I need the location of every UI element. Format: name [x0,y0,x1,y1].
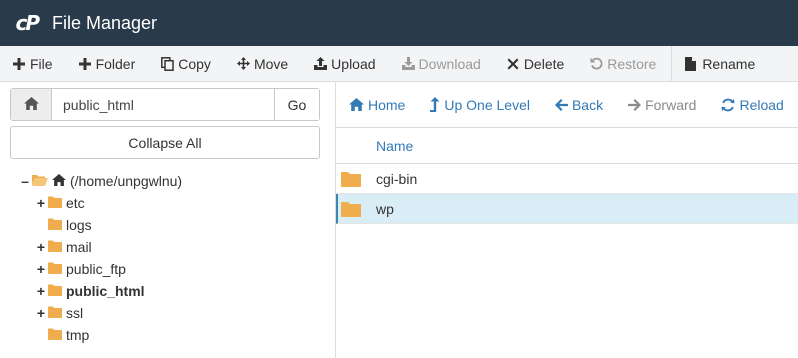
reload-label: Reload [739,96,784,113]
folder-icon [48,239,62,255]
new-folder-button[interactable]: Folder [66,46,149,82]
file-icon [685,56,698,71]
expand-toggle[interactable]: + [36,195,46,211]
folder-icon [48,195,62,211]
upload-label: Upload [331,55,376,72]
up-one-level-button[interactable]: Up One Level [417,82,542,127]
cpanel-logo[interactable]: cP [0,0,40,46]
tree-item[interactable]: tmp [48,324,89,346]
forward-label: Forward [645,96,697,113]
new-folder-label: Folder [95,55,136,72]
expand-toggle[interactable]: + [36,239,46,255]
file-name: cgi-bin [376,170,418,187]
tree-item[interactable]: + public_ftp [36,258,126,280]
undo-icon [590,57,603,70]
back-label: Back [571,96,604,113]
table-row[interactable]: wp [336,194,798,224]
download-icon [401,57,415,70]
path-input[interactable] [52,89,274,120]
new-file-label: File [30,55,53,72]
delete-label: Delete [523,55,565,72]
folder-icon [48,261,62,277]
arrow-right-icon [628,98,642,111]
tree-item[interactable]: + etc [36,192,85,214]
collapse-all-button[interactable]: Collapse All [10,126,320,159]
open-folder-icon [32,173,48,189]
tree-item-label: mail [66,239,92,255]
expand-toggle[interactable]: + [36,261,46,277]
home-icon [349,98,364,111]
reload-button[interactable]: Reload [708,82,795,127]
home-icon [23,96,39,113]
tree-item-label: public_ftp [66,261,126,277]
name-column-header[interactable]: Name [336,127,798,164]
download-label: Download [418,55,481,72]
toolbar: File Folder Copy Move Upload Download De… [0,45,798,82]
refresh-icon [721,98,735,112]
address-home-button[interactable] [11,89,52,120]
file-table: Name cgi-bin wp [336,127,798,224]
plus-icon [13,57,26,70]
move-button[interactable]: Move [224,46,301,82]
tree-item[interactable]: + mail [36,236,92,258]
folder-icon [48,217,62,233]
arrow-left-icon [554,98,568,111]
tree-item[interactable]: + ssl [36,302,83,324]
tree-item-label: etc [66,195,85,211]
rename-button[interactable]: Rename [672,46,768,82]
level-up-icon [430,97,440,112]
file-name: wp [376,200,394,217]
back-button[interactable]: Back [542,82,615,127]
logo-text: cP [15,11,39,35]
folder-icon [341,171,361,190]
navigation-bar: Home Up One Level Back Forward Reload [336,82,798,127]
folder-icon [48,327,62,343]
folder-icon [48,283,62,299]
download-button[interactable]: Download [389,46,494,82]
forward-button[interactable]: Forward [615,82,708,127]
left-panel: Go Collapse All – (/home/unpgwlnu) + etc l… [0,82,335,358]
x-icon [507,58,520,70]
copy-icon [161,56,174,71]
plus-icon [78,57,92,70]
home-icon [52,173,66,189]
up-one-level-label: Up One Level [444,96,530,113]
tree-item[interactable]: logs [48,214,92,236]
tree-item-label: tmp [66,327,90,343]
tree-root-label: (/home/unpgwlnu) [70,173,183,189]
expand-toggle[interactable]: + [36,305,46,321]
new-file-button[interactable]: File [0,46,66,82]
upload-button[interactable]: Upload [301,46,388,82]
go-button[interactable]: Go [274,89,319,120]
address-bar: Go [10,88,320,121]
restore-label: Restore [607,55,657,72]
move-icon [236,57,250,70]
tree-item-label: ssl [66,305,84,321]
name-header-label: Name [376,137,414,154]
folder-icon [341,201,361,220]
home-button[interactable]: Home [336,82,417,127]
home-label: Home [368,96,406,113]
copy-label: Copy [178,55,211,72]
tree-root[interactable]: – (/home/unpgwlnu) [20,170,182,192]
app-title: File Manager [52,12,158,33]
collapse-toggle[interactable]: – [20,173,30,189]
tree-item[interactable]: + public_html [36,280,145,302]
expand-toggle[interactable]: + [36,283,46,299]
tree-item-label: logs [66,217,92,233]
folder-icon [48,305,62,321]
copy-button[interactable]: Copy [148,46,224,82]
delete-button[interactable]: Delete [494,46,577,82]
tree-item-label: public_html [66,283,145,299]
restore-button[interactable]: Restore [577,46,669,82]
title-bar: cP File Manager [0,0,798,46]
table-row[interactable]: cgi-bin [336,164,798,194]
upload-icon [314,57,328,70]
rename-label: Rename [702,55,756,72]
move-label: Move [253,55,289,72]
